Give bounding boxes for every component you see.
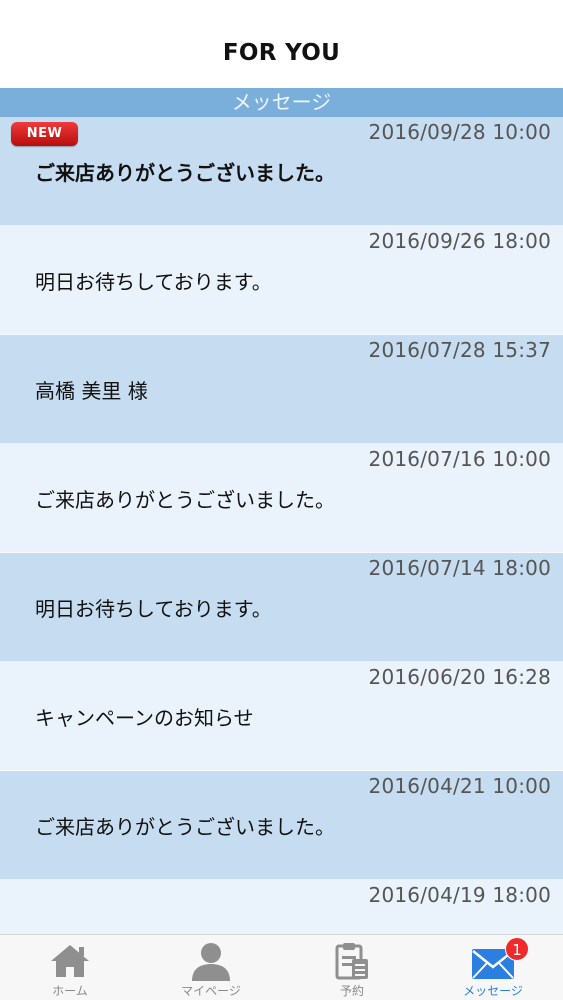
message-date: 2016/04/21 10:00: [368, 774, 551, 798]
message-date: 2016/04/19 18:00: [368, 883, 551, 907]
message-title: 明日お待ちしております。: [35, 597, 272, 621]
message-row[interactable]: 2016/06/20 16:28 キャンペーンのお知らせ: [0, 662, 563, 771]
message-title: 高橋 美里 様: [35, 379, 148, 403]
clipboard-icon: [335, 943, 368, 980]
tab-home[interactable]: ホーム: [0, 935, 140, 1000]
app-screen: FOR YOU メッセージ NEW 2016/09/28 10:00 ご来店あり…: [0, 0, 563, 1000]
section-header: メッセージ: [0, 88, 563, 117]
message-date: 2016/09/26 18:00: [368, 229, 551, 253]
message-date: 2016/07/14 18:00: [368, 556, 551, 580]
tab-label: 予約: [339, 984, 364, 998]
new-badge: NEW: [11, 122, 78, 146]
message-row[interactable]: 2016/04/19 18:00: [0, 880, 563, 934]
navigation-bar: FOR YOU: [0, 0, 563, 88]
message-list[interactable]: NEW 2016/09/28 10:00 ご来店ありがとうございました。 201…: [0, 117, 563, 934]
tab-label: マイページ: [181, 984, 241, 998]
tab-label: ホーム: [52, 984, 88, 998]
tab-label: メッセージ: [463, 984, 523, 998]
page-title: FOR YOU: [222, 40, 341, 66]
message-row[interactable]: 2016/07/16 10:00 ご来店ありがとうございました。: [0, 444, 563, 553]
person-icon: [192, 943, 230, 981]
message-title: ご来店ありがとうございました。: [35, 815, 335, 839]
message-row[interactable]: 2016/09/26 18:00 明日お待ちしております。: [0, 226, 563, 335]
tab-mypage[interactable]: マイページ: [141, 935, 281, 1000]
message-title: ご来店ありがとうございました。: [35, 161, 335, 185]
message-date: 2016/06/20 16:28: [368, 665, 551, 689]
unread-badge: 1: [505, 937, 529, 961]
message-row[interactable]: NEW 2016/09/28 10:00 ご来店ありがとうございました。: [0, 117, 563, 226]
message-date: 2016/09/28 10:00: [368, 120, 551, 144]
message-date: 2016/07/16 10:00: [368, 447, 551, 471]
tab-bar: ホーム マイページ 予約 1 メッセージ: [0, 934, 563, 1000]
message-title: ご来店ありがとうございました。: [35, 488, 335, 512]
message-title: キャンペーンのお知らせ: [35, 706, 254, 730]
home-icon: [51, 945, 89, 977]
message-row[interactable]: 2016/07/28 15:37 高橋 美里 様: [0, 335, 563, 444]
message-date: 2016/07/28 15:37: [368, 338, 551, 362]
tab-message[interactable]: 1 メッセージ: [423, 935, 563, 1000]
tab-reservation[interactable]: 予約: [282, 935, 422, 1000]
message-row[interactable]: 2016/07/14 18:00 明日お待ちしております。: [0, 553, 563, 662]
message-title: 明日お待ちしております。: [35, 270, 272, 294]
message-row[interactable]: 2016/04/21 10:00 ご来店ありがとうございました。: [0, 771, 563, 880]
